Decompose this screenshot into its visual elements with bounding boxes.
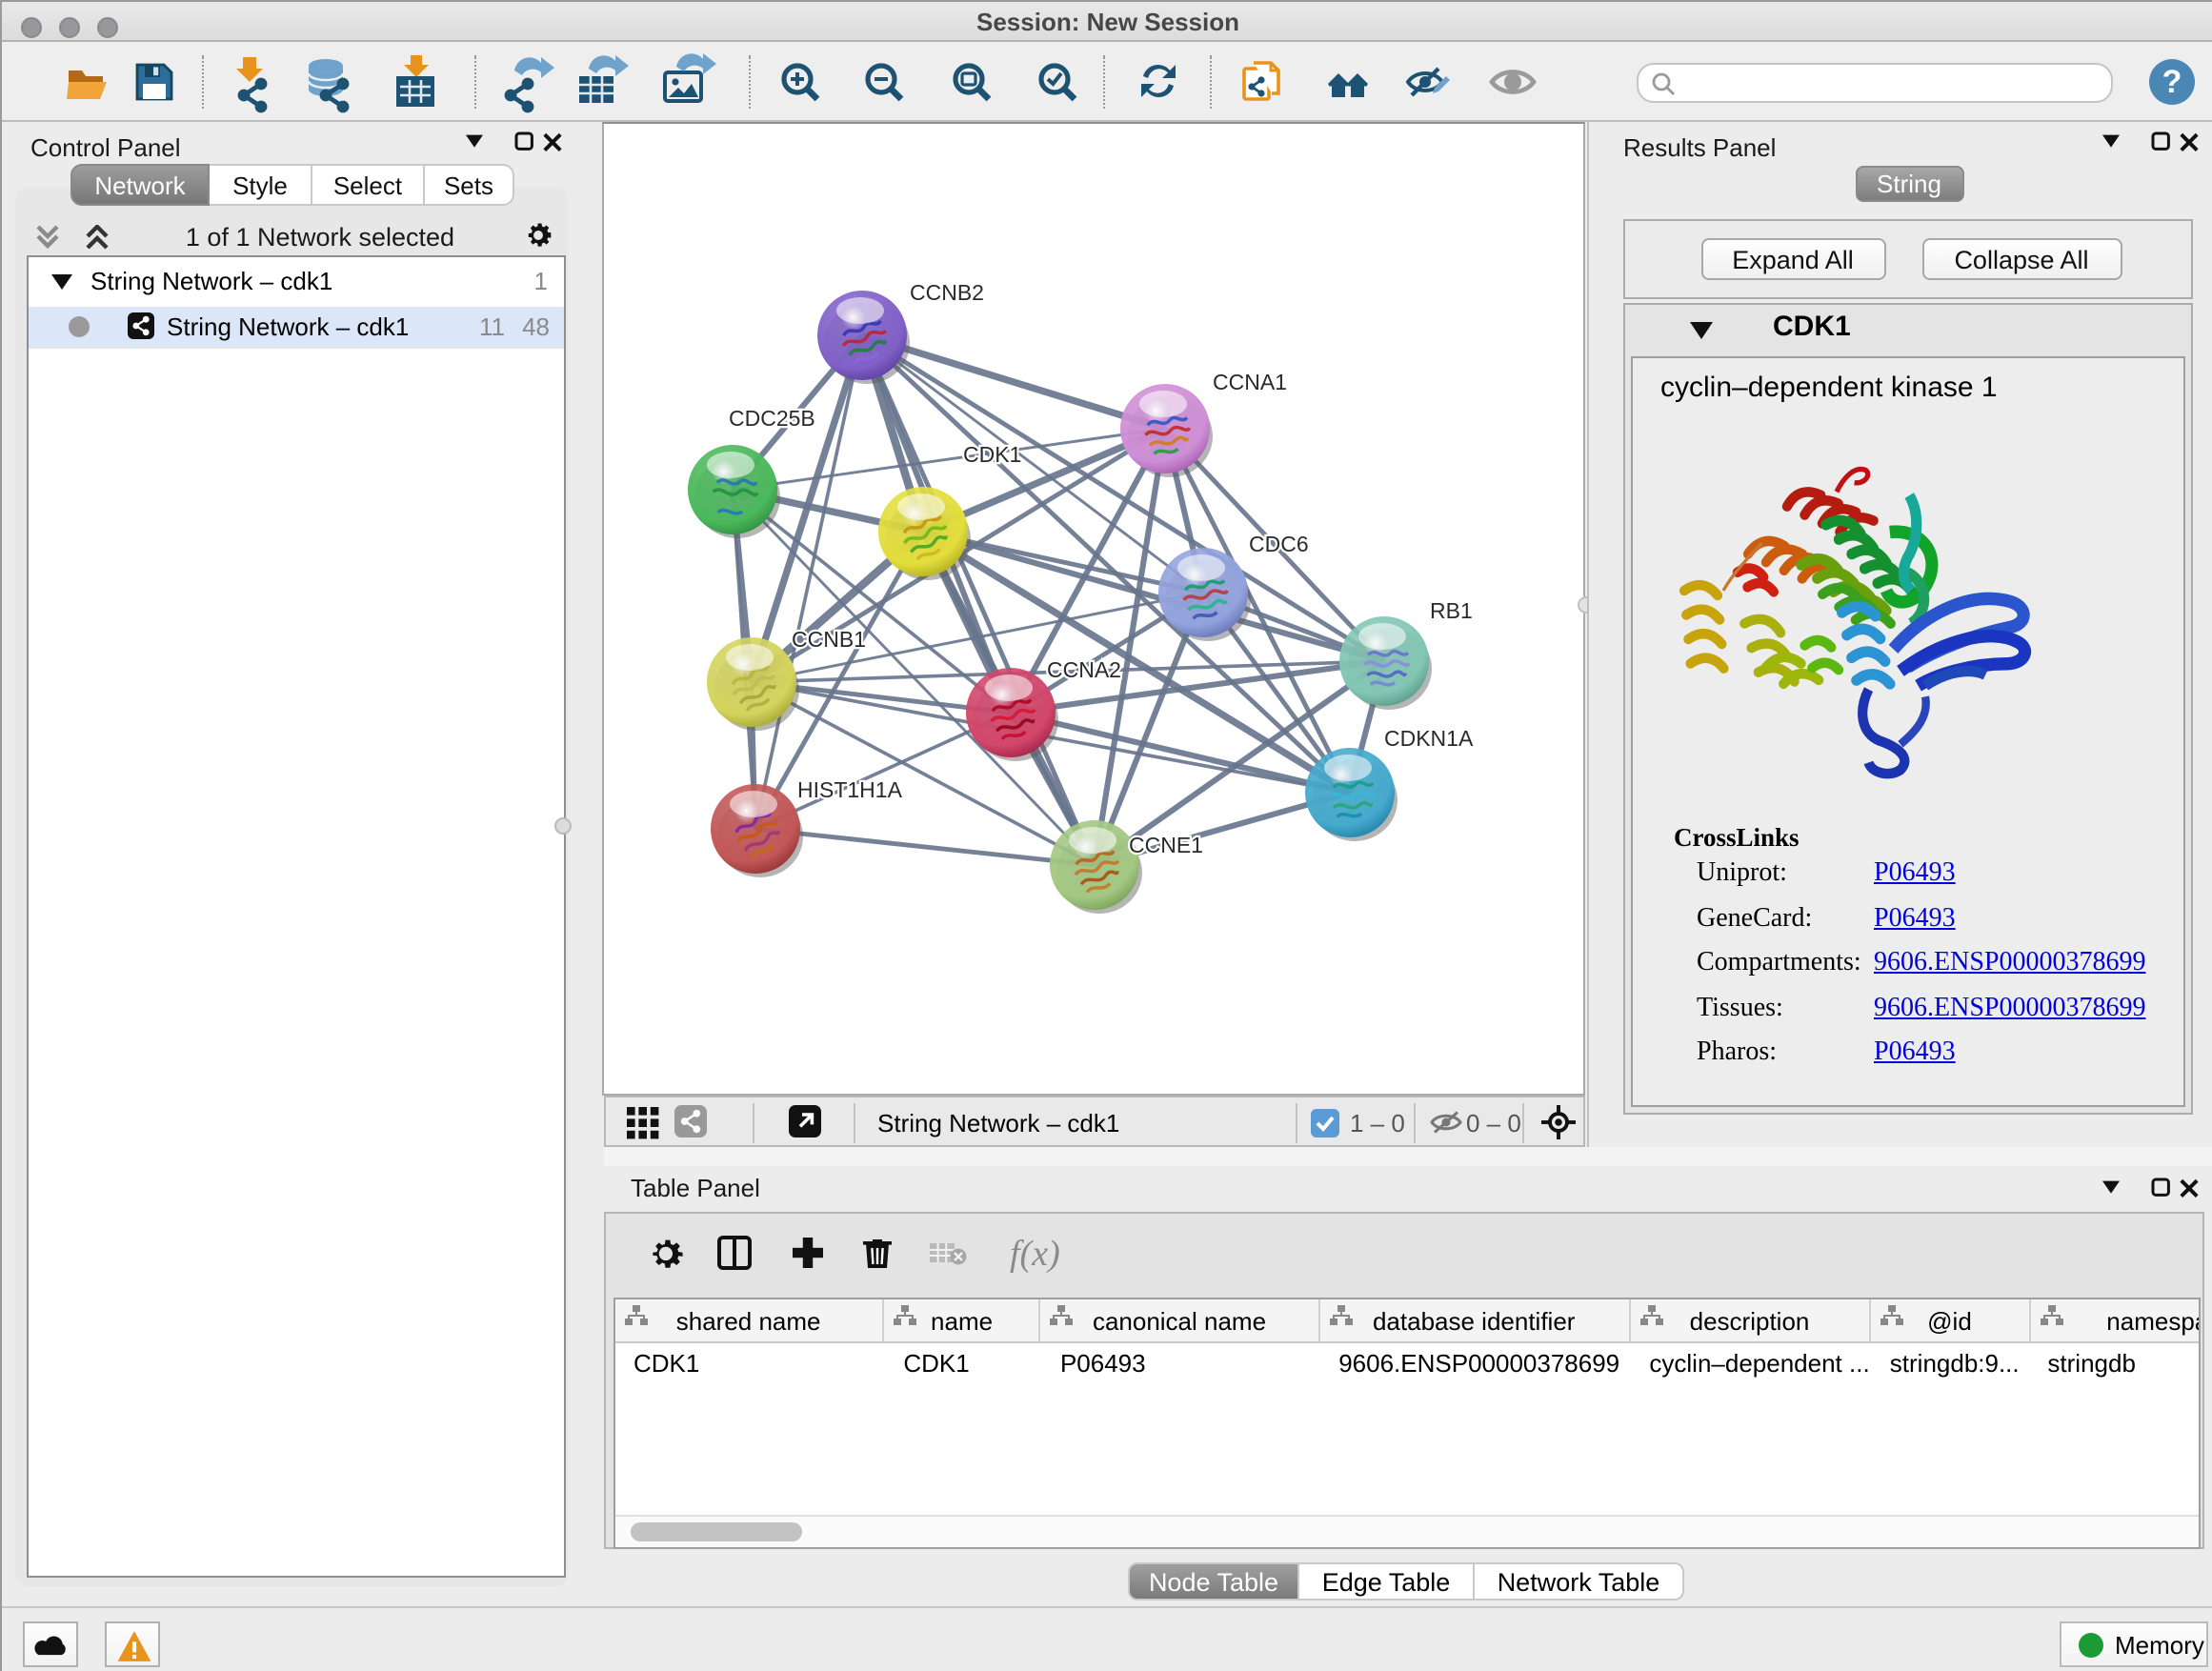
svg-text:CCNB2: CCNB2	[909, 279, 983, 304]
svg-text:RB1: RB1	[1429, 597, 1472, 622]
svg-text:CCNA2: CCNA2	[1046, 656, 1120, 681]
svg-text:CDC6: CDC6	[1248, 531, 1308, 555]
svg-text:CDK1: CDK1	[962, 441, 1020, 466]
svg-text:CCNB1: CCNB1	[791, 626, 865, 651]
svg-text:CCNE1: CCNE1	[1128, 832, 1202, 856]
svg-text:CDKN1A: CDKN1A	[1383, 725, 1473, 750]
svg-text:f(x): f(x)	[1009, 1234, 1059, 1274]
svg-text:CCNA1: CCNA1	[1212, 369, 1286, 393]
svg-text:HIST1H1A: HIST1H1A	[796, 776, 902, 801]
svg-text:CDC25B: CDC25B	[728, 405, 814, 430]
svg-text:?: ?	[2162, 64, 2182, 100]
